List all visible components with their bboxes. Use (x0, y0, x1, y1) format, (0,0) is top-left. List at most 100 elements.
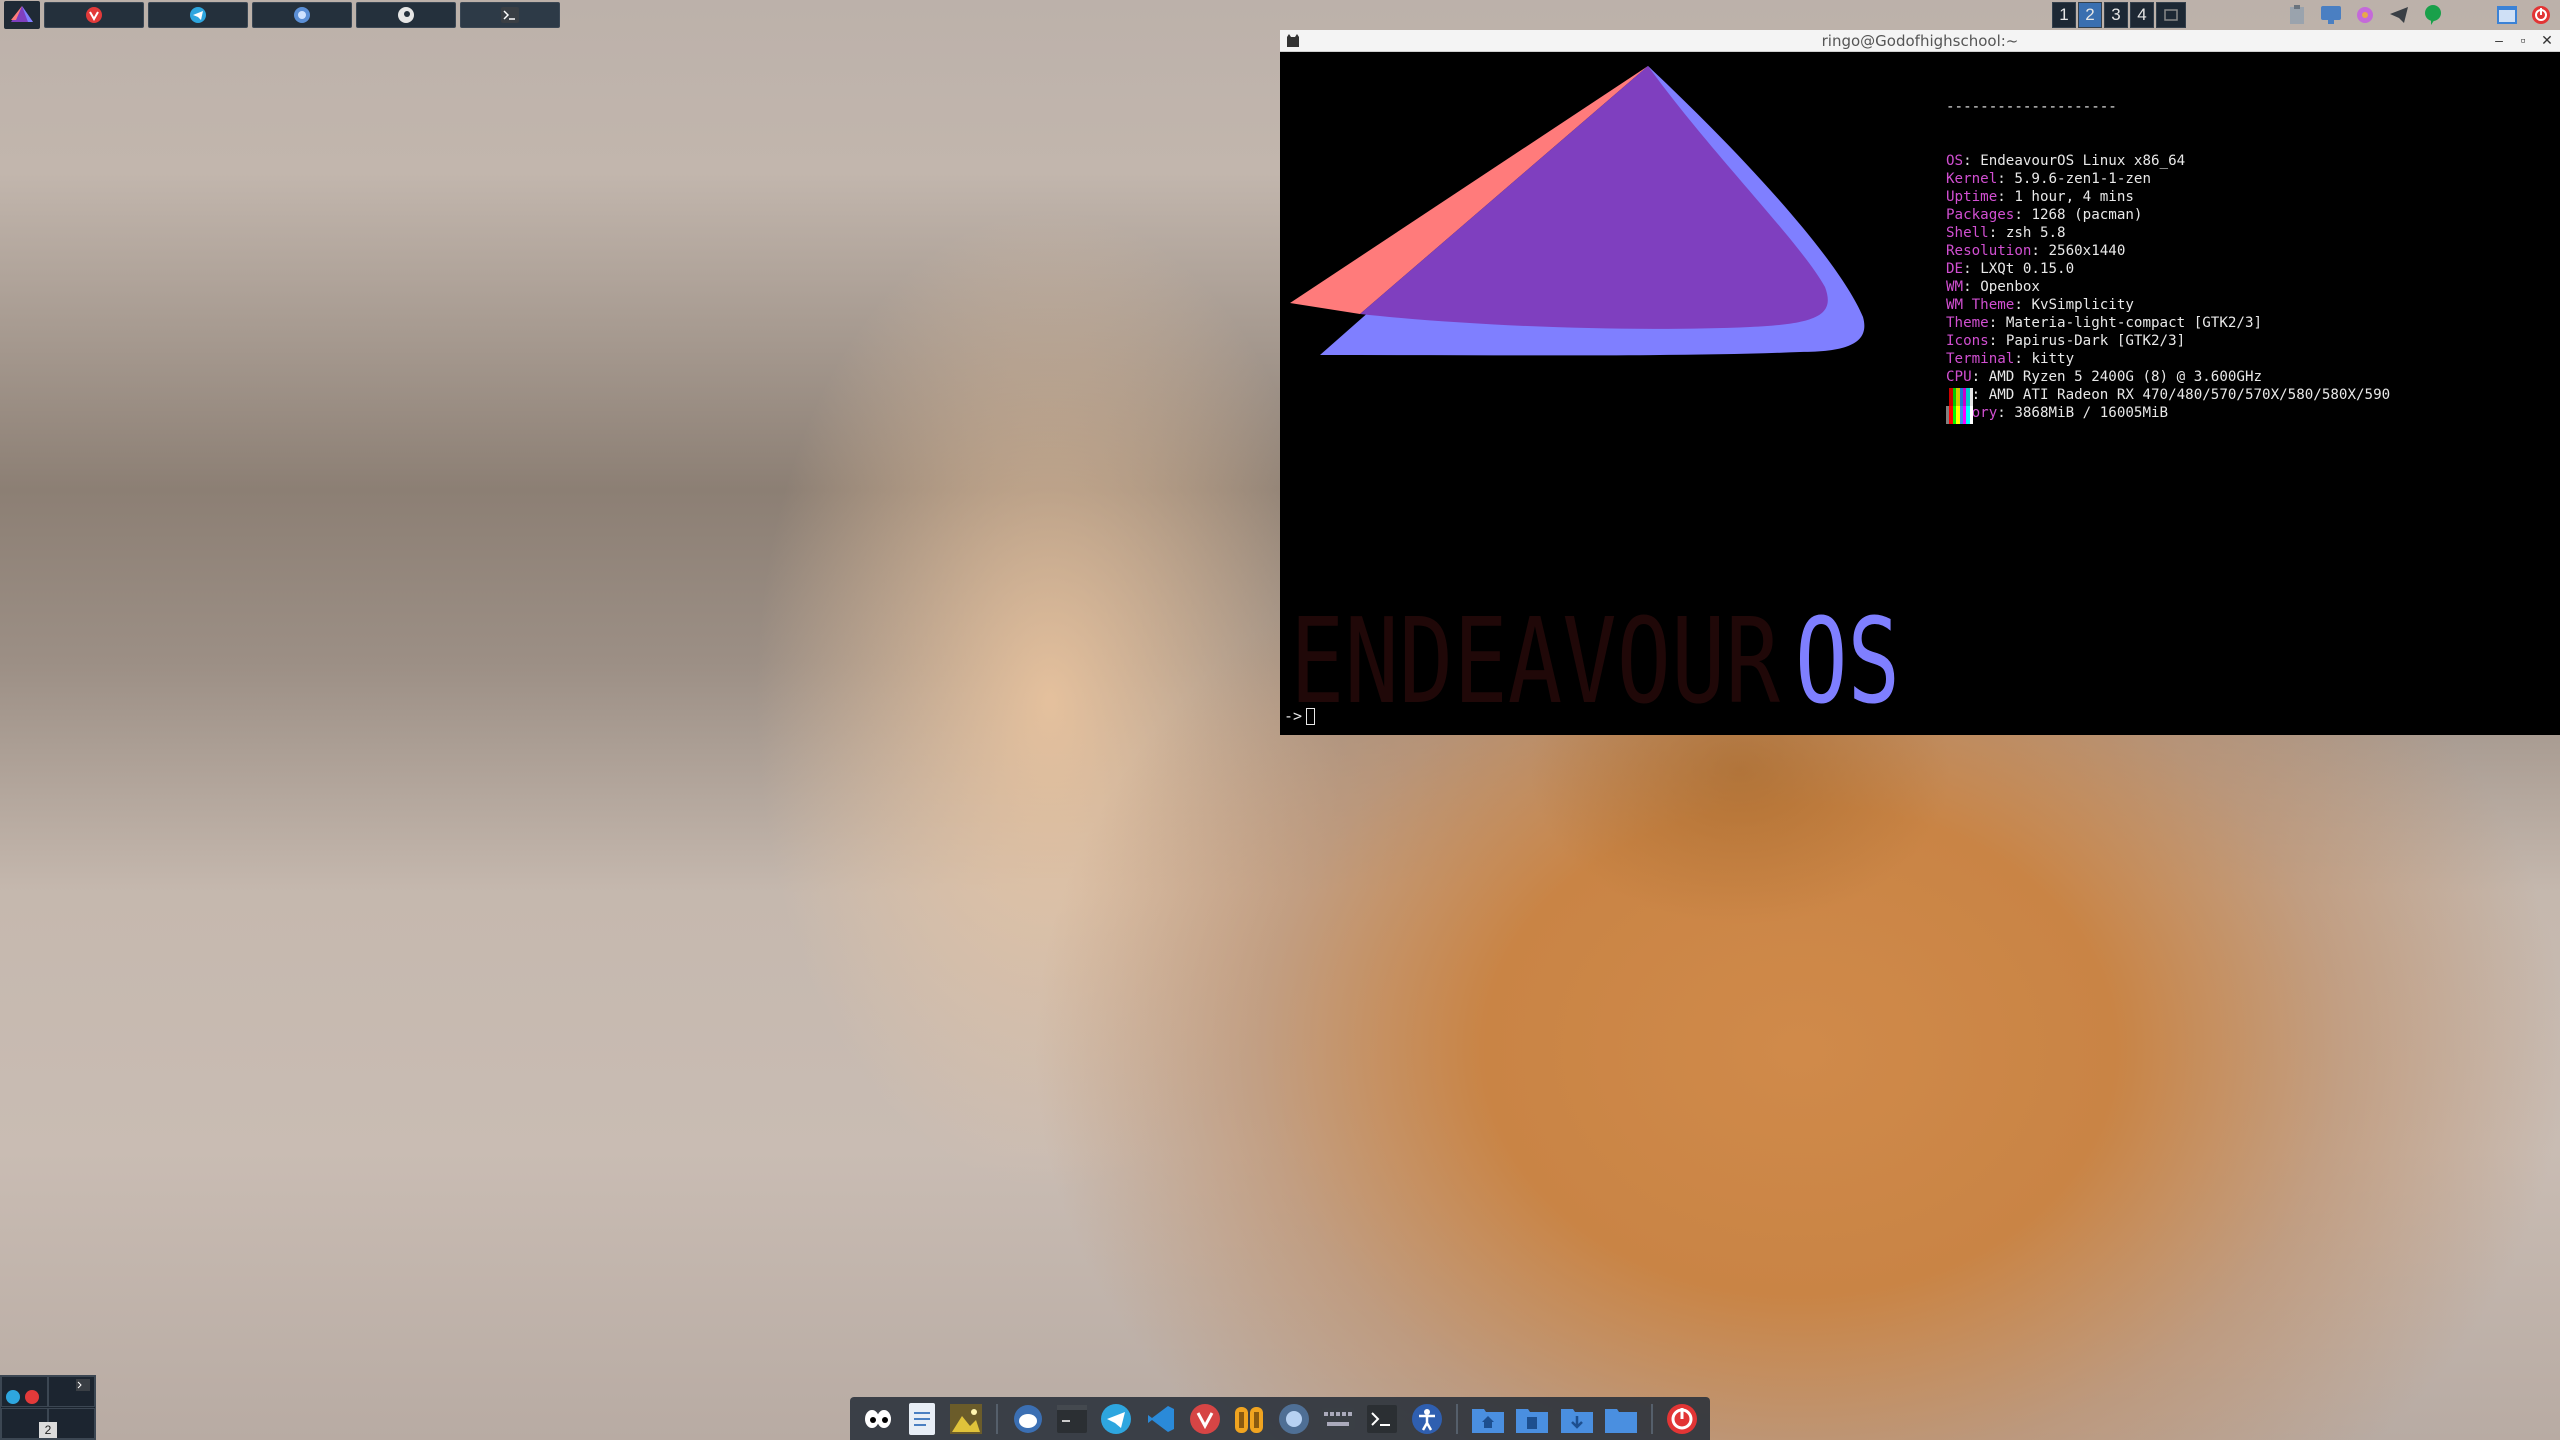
info-line: Theme: Materia-light-compact [GTK2/3] (1946, 315, 2263, 331)
minimize-button[interactable]: ‒ (2492, 32, 2506, 49)
terminal-window[interactable]: ringo@Godofhighschool:~ ‒ ▫ ✕ ENDEAVOUR … (1280, 30, 2560, 735)
close-button[interactable]: ✕ (2540, 32, 2554, 49)
tray-power[interactable] (2530, 4, 2552, 26)
tray-clipboard[interactable] (2286, 4, 2308, 26)
vscode-icon (1147, 1405, 1174, 1432)
info-value: 1268 (pacman) (2031, 207, 2143, 223)
desktop-2-button[interactable]: 2 (2078, 2, 2102, 28)
logo-text-dark: ENDEAVOUR (1290, 592, 1781, 730)
home-folder-icon (1472, 1408, 1505, 1433)
desktop-folder-icon (1605, 1408, 1638, 1433)
info-value: 3868MiB / 16005MiB (2014, 405, 2169, 421)
dock-home-folder[interactable] (1470, 1401, 1505, 1437)
terminal-icon (1367, 1404, 1398, 1433)
browser-icon (1278, 1403, 1309, 1434)
tray-telegram[interactable] (2388, 4, 2410, 26)
dock-documents-folder[interactable] (1515, 1401, 1550, 1437)
maximize-button[interactable]: ▫ (2516, 32, 2530, 49)
info-line: Resolution: 2560x1440 (1946, 243, 2126, 259)
dock-books[interactable] (1232, 1401, 1267, 1437)
dock-mail[interactable] (1010, 1401, 1045, 1437)
desktop-1-button[interactable]: 1 (2052, 2, 2076, 28)
palette-swatch (1969, 406, 1973, 424)
window-titlebar[interactable]: ringo@Godofhighschool:~ ‒ ▫ ✕ (1280, 30, 2560, 52)
dock-text-editor[interactable] (904, 1401, 939, 1437)
tray-network[interactable] (2320, 4, 2342, 26)
pager-desktop-1[interactable] (1, 1376, 48, 1407)
dock-keyboard[interactable] (1320, 1401, 1356, 1437)
telegram-task[interactable] (148, 2, 248, 28)
info-line: Icons: Papirus-Dark [GTK2/3] (1946, 333, 2186, 349)
vivaldi-task[interactable] (44, 2, 144, 28)
desktop-3-button[interactable]: 3 (2104, 2, 2128, 28)
info-key: Terminal (1946, 351, 2015, 367)
info-separator: -------------------- (1946, 99, 2117, 115)
window-title: ringo@Godofhighschool:~ (1821, 31, 2019, 50)
tray-hangouts[interactable] (2422, 4, 2444, 26)
dock-vscode[interactable] (1143, 1401, 1178, 1437)
taskbar (0, 0, 560, 30)
info-line: WM: Openbox (1946, 279, 2040, 295)
keyboard-icon (1321, 1407, 1356, 1430)
browser-task[interactable] (252, 2, 352, 28)
dock-eyes[interactable] (860, 1401, 895, 1437)
app-menu-button[interactable] (4, 1, 40, 29)
dock-power[interactable] (1665, 1401, 1700, 1437)
info-value: 1 hour, 4 mins (2014, 189, 2134, 205)
steam-icon (398, 7, 414, 23)
system-tray (2286, 4, 2560, 26)
show-desktop-icon (2164, 9, 2178, 21)
info-key: Icons (1946, 333, 1989, 349)
telegram-icon (1101, 1403, 1132, 1434)
dock-telegram[interactable] (1099, 1401, 1134, 1437)
palette-bottom-row (1946, 406, 1973, 424)
accessibility-icon (1411, 1403, 1442, 1434)
desktop-4-button[interactable]: 4 (2130, 2, 2154, 28)
info-key: CPU (1946, 369, 1972, 385)
shell-prompt[interactable]: -> (1284, 707, 1316, 725)
palette-swatch (1969, 388, 1973, 406)
dock-separator-2 (1456, 1403, 1459, 1434)
palette-top-row (1946, 388, 1973, 406)
info-value: AMD Ryzen 5 2400G (8) @ 3.600GHz (1988, 369, 2263, 385)
window-icon (2497, 6, 2517, 24)
steam-task[interactable] (356, 2, 456, 28)
info-key: WM (1946, 279, 1964, 295)
dock-terminal-dark[interactable] (1054, 1401, 1089, 1437)
terminal-task[interactable] (460, 2, 560, 28)
show-desktop-button[interactable] (2156, 2, 2186, 28)
telegram-icon (190, 7, 206, 23)
info-value: KvSimplicity (2031, 297, 2134, 313)
info-value: AMD ATI Radeon RX 470/480/570/570X/580/5… (1988, 387, 2391, 403)
terminal-body[interactable]: ENDEAVOUR OS -------------------- OS: En… (1280, 52, 2560, 735)
info-value: kitty (2031, 351, 2075, 367)
tray-window[interactable] (2496, 4, 2518, 26)
dock-desktop-folder[interactable] (1603, 1401, 1638, 1437)
info-line: Memory: 3868MiB / 16005MiB (1946, 404, 2390, 422)
dock-terminal[interactable] (1365, 1401, 1400, 1437)
vivaldi-icon (86, 7, 102, 23)
tray-settings[interactable] (2354, 4, 2376, 26)
dock-accessibility[interactable] (1409, 1401, 1444, 1437)
dock-downloads-folder[interactable] (1559, 1401, 1594, 1437)
downloads-folder-icon (1560, 1408, 1593, 1433)
info-key: Resolution (1946, 243, 2032, 259)
info-key: Packages (1946, 207, 2015, 223)
power-tray-icon (2532, 6, 2550, 24)
prompt-symbol: -> (1284, 707, 1303, 725)
dock-browser[interactable] (1276, 1401, 1311, 1437)
mail-icon (1013, 1404, 1042, 1433)
info-value: Openbox (1980, 279, 2040, 295)
vivaldi-mini-icon (25, 1390, 39, 1404)
vivaldi-icon (1190, 1403, 1221, 1434)
info-key: Kernel (1946, 171, 1998, 187)
dock-vivaldi[interactable] (1187, 1401, 1222, 1437)
pager-desktop-2[interactable] (48, 1376, 95, 1407)
desktop-pager[interactable]: 2 (0, 1375, 96, 1440)
info-value: EndeavourOS Linux x86_64 (1980, 153, 2186, 169)
text-cursor (1306, 707, 1316, 725)
neofetch-info: -------------------- OS: EndeavourOS Lin… (1946, 62, 2390, 458)
info-line: OS: EndeavourOS Linux x86_64 (1946, 153, 2186, 169)
dock-image-viewer[interactable] (949, 1401, 984, 1437)
info-value: Materia-light-compact [GTK2/3] (2005, 315, 2263, 331)
